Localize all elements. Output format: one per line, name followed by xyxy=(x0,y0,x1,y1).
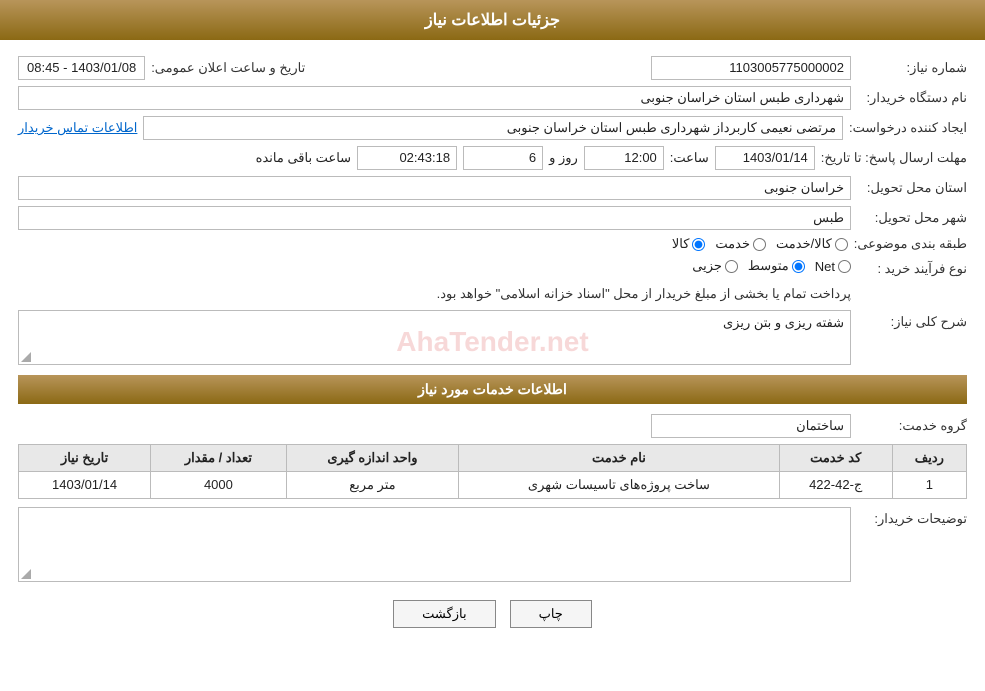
announce-value: 1403/01/08 - 08:45 xyxy=(18,56,145,80)
category-label-kala: کالا xyxy=(672,236,690,252)
deadline-day-label: روز و xyxy=(549,150,578,166)
category-radio-kala-khedmat[interactable] xyxy=(835,238,848,251)
buyer-org-value: شهرداری طبس استان خراسان جنوبی xyxy=(18,86,851,110)
process-option-net[interactable]: Net xyxy=(815,259,851,274)
col-date: تاریخ نیاز xyxy=(19,444,151,471)
buyer-desc-textarea[interactable] xyxy=(19,508,850,578)
category-row: طبقه بندی موضوعی: کالا/خدمت خدمت کالا xyxy=(18,236,967,252)
process-label: نوع فرآیند خرید : xyxy=(857,258,967,277)
services-section-title: اطلاعات خدمات مورد نیاز xyxy=(418,381,567,397)
need-number-row: شماره نیاز: 1103005775000002 تاریخ و ساع… xyxy=(18,56,967,80)
sharh-box[interactable]: شفته ریزی و بتن ریزی xyxy=(18,310,851,365)
deadline-days: 6 xyxy=(463,146,543,170)
category-label: طبقه بندی موضوعی: xyxy=(854,236,967,252)
process-text: پرداخت تمام یا بخشی از مبلغ خریدار از مح… xyxy=(437,284,851,304)
col-code: کد خدمت xyxy=(779,444,892,471)
process-option-mutavaset[interactable]: متوسط xyxy=(748,258,805,274)
buttons-row: بازگشت چاپ xyxy=(18,600,967,628)
buyer-desc-label: توضیحات خریدار: xyxy=(857,507,967,527)
process-radio-net[interactable] xyxy=(838,260,851,273)
services-table: ردیف کد خدمت نام خدمت واحد اندازه گیری ت… xyxy=(18,444,967,499)
table-header-row: ردیف کد خدمت نام خدمت واحد اندازه گیری ت… xyxy=(19,444,967,471)
need-number-value: 1103005775000002 xyxy=(651,56,851,80)
city-row: شهر محل تحویل: طبس xyxy=(18,206,967,230)
col-unit: واحد اندازه گیری xyxy=(286,444,459,471)
services-section-header: اطلاعات خدمات مورد نیاز xyxy=(18,375,967,404)
deadline-row: مهلت ارسال پاسخ: تا تاریخ: 1403/01/14 سا… xyxy=(18,146,967,170)
buyer-desc-row: توضیحات خریدار: xyxy=(18,507,967,582)
cell-unit: متر مربع xyxy=(286,471,459,498)
group-service-row: گروه خدمت: ساختمان xyxy=(18,414,967,438)
deadline-label: مهلت ارسال پاسخ: تا تاریخ: xyxy=(821,150,967,166)
city-value: طبس xyxy=(18,206,851,230)
category-label-khedmat: خدمت xyxy=(715,236,750,252)
process-option-jozii[interactable]: جزیی xyxy=(692,258,738,274)
page-header: جزئیات اطلاعات نیاز xyxy=(0,0,985,40)
process-label-net: Net xyxy=(815,259,835,274)
category-label-kala-khedmat: کالا/خدمت xyxy=(776,236,832,252)
buyer-org-row: نام دستگاه خریدار: شهرداری طبس استان خرا… xyxy=(18,86,967,110)
category-radio-group: کالا/خدمت خدمت کالا xyxy=(672,236,848,252)
group-value: ساختمان xyxy=(651,414,851,438)
deadline-time-label: ساعت: xyxy=(670,150,709,166)
process-radio-group: Net متوسط جزیی xyxy=(692,258,851,274)
cell-quantity: 4000 xyxy=(151,471,287,498)
sharh-label: شرح کلی نیاز: xyxy=(857,310,967,330)
province-row: استان محل تحویل: خراسان جنوبی xyxy=(18,176,967,200)
process-radio-jozii[interactable] xyxy=(725,260,738,273)
col-row: ردیف xyxy=(892,444,966,471)
process-radio-mutavaset[interactable] xyxy=(792,260,805,273)
page-wrapper: جزئیات اطلاعات نیاز AhaTender.net شماره … xyxy=(0,0,985,691)
table-row: 1ج-42-422ساخت پروژه‌های تاسیسات شهریمتر … xyxy=(19,471,967,498)
col-quantity: تعداد / مقدار xyxy=(151,444,287,471)
cell-code: ج-42-422 xyxy=(779,471,892,498)
process-label-jozii: جزیی xyxy=(692,258,722,274)
deadline-time: 12:00 xyxy=(584,146,664,170)
announce-label: تاریخ و ساعت اعلان عمومی: xyxy=(151,60,305,76)
print-button[interactable]: چاپ xyxy=(510,600,592,628)
resize-icon xyxy=(21,352,31,362)
category-option-kala[interactable]: کالا xyxy=(672,236,706,252)
deadline-date: 1403/01/14 xyxy=(715,146,815,170)
back-button[interactable]: بازگشت xyxy=(393,600,495,628)
deadline-remain-label: ساعت باقی مانده xyxy=(256,150,351,166)
cell-date: 1403/01/14 xyxy=(19,471,151,498)
category-option-kala-khedmat[interactable]: کالا/خدمت xyxy=(776,236,848,252)
contact-link[interactable]: اطلاعات تماس خریدار xyxy=(18,120,137,136)
buyer-org-label: نام دستگاه خریدار: xyxy=(857,90,967,106)
process-label-mutavaset: متوسط xyxy=(748,258,789,274)
main-content: AhaTender.net شماره نیاز: 11030057750000… xyxy=(0,50,985,634)
process-row: نوع فرآیند خرید : Net متوسط جزیی xyxy=(18,258,967,304)
sharh-value: شفته ریزی و بتن ریزی xyxy=(723,315,844,330)
group-label: گروه خدمت: xyxy=(857,418,967,434)
col-name: نام خدمت xyxy=(459,444,779,471)
creator-label: ایجاد کننده درخواست: xyxy=(849,120,967,136)
creator-row: ایجاد کننده درخواست: مرتضی نعیمی کاربردا… xyxy=(18,116,967,140)
need-number-label: شماره نیاز: xyxy=(857,60,967,76)
cell-row: 1 xyxy=(892,471,966,498)
category-option-khedmat[interactable]: خدمت xyxy=(715,236,766,252)
resize-icon-desc xyxy=(21,569,31,579)
province-value: خراسان جنوبی xyxy=(18,176,851,200)
category-radio-kala[interactable] xyxy=(692,238,705,251)
creator-value: مرتضی نعیمی کاربرداز شهرداری طبس استان خ… xyxy=(143,116,843,140)
province-label: استان محل تحویل: xyxy=(857,180,967,196)
cell-name: ساخت پروژه‌های تاسیسات شهری xyxy=(459,471,779,498)
header-title: جزئیات اطلاعات نیاز xyxy=(425,12,560,29)
deadline-remain: 02:43:18 xyxy=(357,146,457,170)
city-label: شهر محل تحویل: xyxy=(857,210,967,226)
category-radio-khedmat[interactable] xyxy=(753,238,766,251)
sharh-row: شرح کلی نیاز: شفته ریزی و بتن ریزی xyxy=(18,310,967,365)
